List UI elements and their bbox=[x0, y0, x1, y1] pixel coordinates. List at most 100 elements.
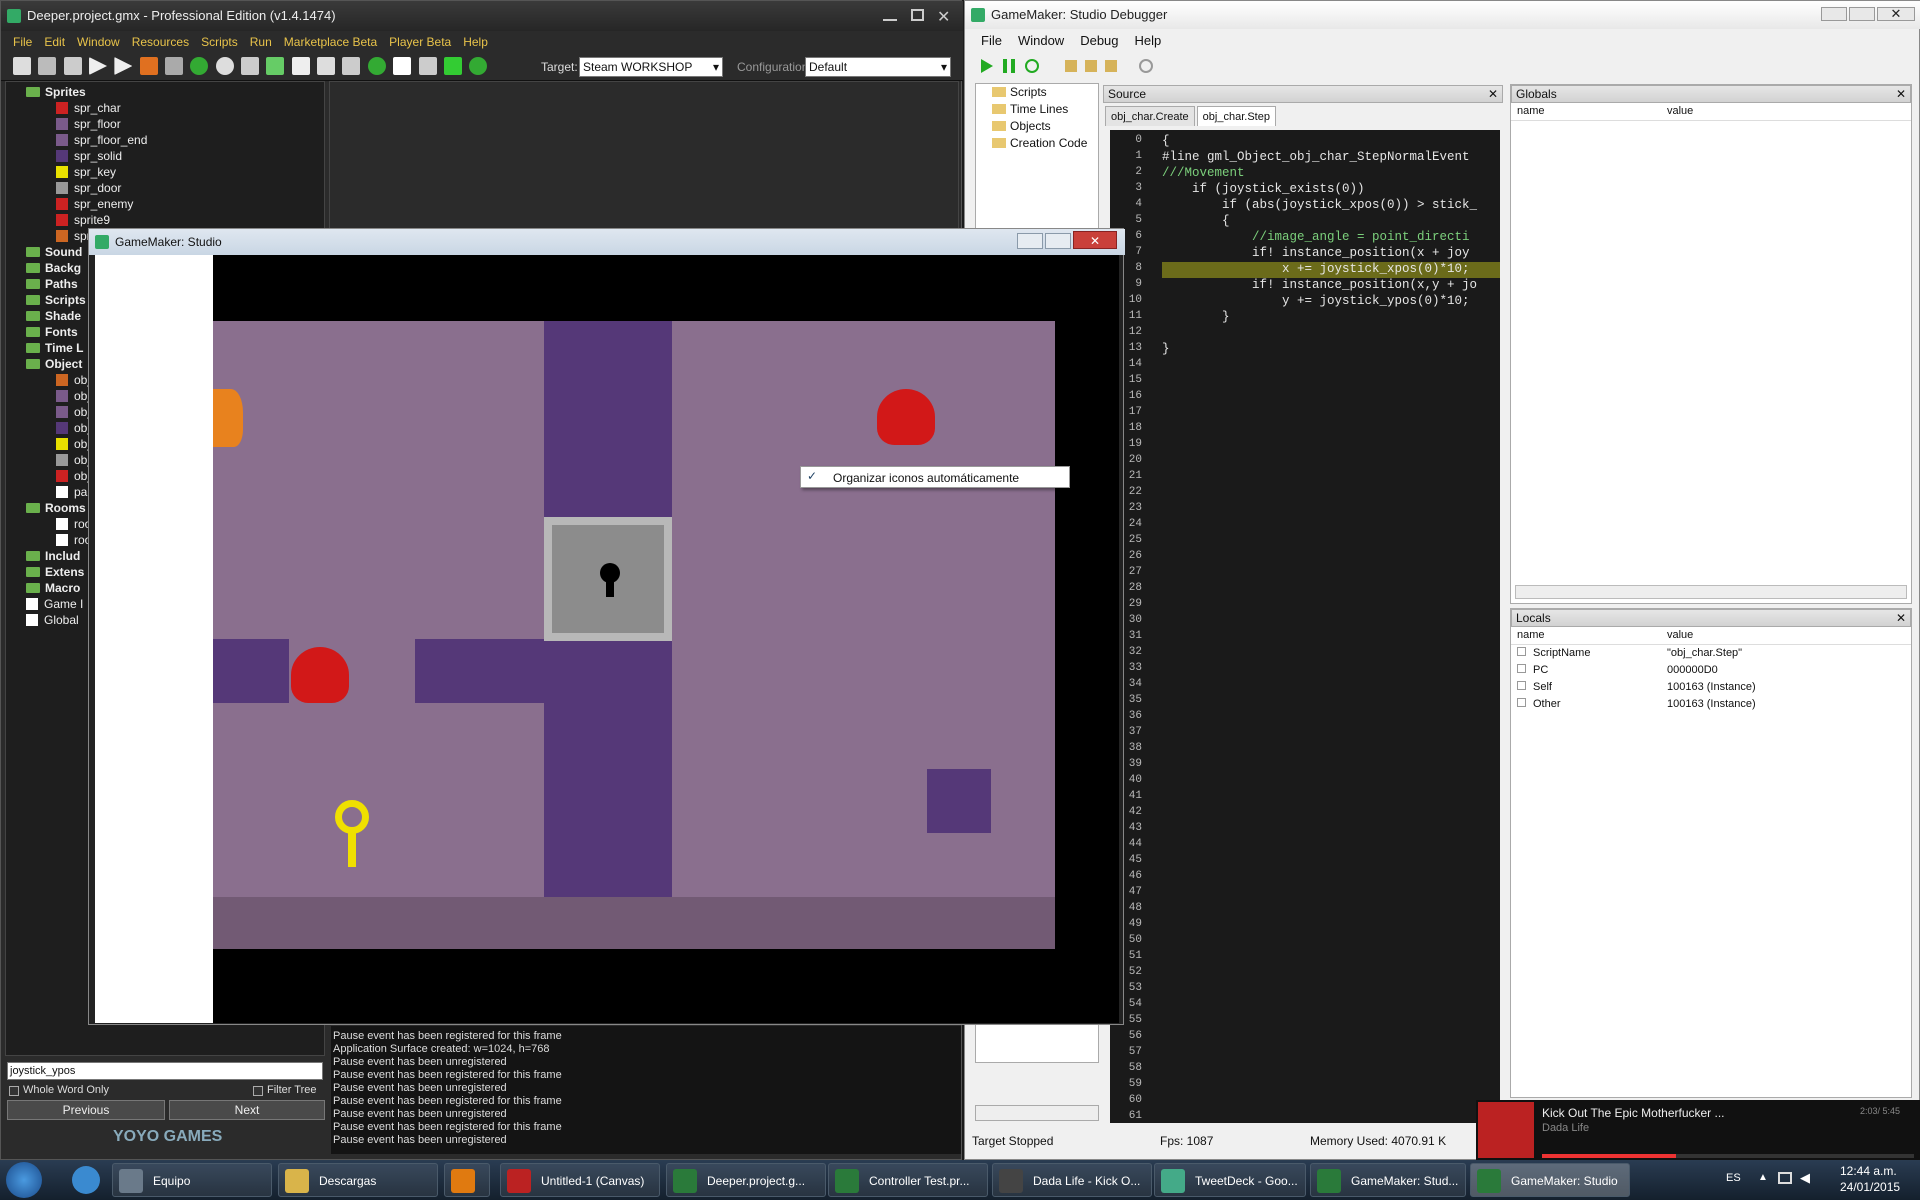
filter-tree-checkbox[interactable] bbox=[253, 1086, 263, 1096]
minimize-button[interactable] bbox=[1821, 7, 1847, 21]
previous-button[interactable]: Previous bbox=[7, 1100, 165, 1120]
menu-item[interactable]: Marketplace Beta bbox=[284, 31, 377, 53]
close-button[interactable]: ✕ bbox=[937, 3, 950, 33]
menu-item[interactable]: Resources bbox=[132, 31, 189, 53]
source-tab[interactable]: obj_char.Step bbox=[1196, 106, 1276, 126]
taskbar-button[interactable]: Equipo bbox=[112, 1163, 272, 1197]
menu-item[interactable]: Window bbox=[1018, 29, 1064, 53]
taskbar-button[interactable]: Dada Life - Kick O... bbox=[992, 1163, 1152, 1197]
taskbar-button[interactable]: Descargas bbox=[278, 1163, 438, 1197]
tree-folder[interactable]: Sprites bbox=[6, 84, 324, 100]
volume-icon[interactable]: ◀ bbox=[1800, 1170, 1810, 1186]
taskbar-button[interactable]: GameMaker: Stud... bbox=[1310, 1163, 1466, 1197]
search-input[interactable]: joystick_ypos bbox=[7, 1062, 323, 1080]
next-button[interactable]: Next bbox=[169, 1100, 325, 1120]
expand-icon[interactable] bbox=[1517, 681, 1526, 690]
close-icon[interactable]: ✕ bbox=[1896, 610, 1906, 626]
network-icon[interactable] bbox=[1778, 1172, 1792, 1184]
expand-icon[interactable] bbox=[1517, 664, 1526, 673]
menu-item[interactable]: Help bbox=[463, 31, 488, 53]
tree-item[interactable]: spr_floor_end bbox=[6, 132, 324, 148]
tree-item[interactable]: spr_floor bbox=[6, 116, 324, 132]
debugger-tree-item[interactable]: Creation Code bbox=[976, 135, 1098, 152]
debugger-tree-item[interactable]: Time Lines bbox=[976, 101, 1098, 118]
close-button[interactable]: ✕ bbox=[1073, 231, 1117, 249]
taskbar-button[interactable] bbox=[444, 1163, 490, 1197]
locals-row[interactable]: PC 000000D0 bbox=[1511, 662, 1911, 679]
close-icon[interactable]: ✕ bbox=[1488, 86, 1498, 102]
debugger-tree-item[interactable]: Objects bbox=[976, 118, 1098, 135]
language-indicator[interactable]: ES bbox=[1726, 1172, 1741, 1184]
debug-icon[interactable] bbox=[114, 57, 133, 75]
add-script-icon[interactable] bbox=[291, 57, 310, 75]
menu-item[interactable]: Player Beta bbox=[389, 31, 451, 53]
clock-date[interactable]: 24/01/2015 bbox=[1840, 1180, 1900, 1194]
realtime-icon[interactable] bbox=[1139, 59, 1153, 73]
add-extension-icon[interactable] bbox=[443, 57, 462, 75]
new-icon[interactable] bbox=[13, 57, 31, 75]
whole-word-checkbox[interactable] bbox=[9, 1086, 19, 1096]
taskbar-button[interactable]: Controller Test.pr... bbox=[828, 1163, 988, 1197]
add-sprite-icon[interactable] bbox=[190, 57, 209, 75]
clean-icon[interactable] bbox=[165, 57, 184, 75]
step-into-icon[interactable] bbox=[1065, 60, 1077, 72]
now-playing-notification[interactable]: Kick Out The Epic Motherfucker ... Dada … bbox=[1476, 1100, 1920, 1160]
taskbar-button[interactable]: Deeper.project.g... bbox=[666, 1163, 826, 1197]
menu-item[interactable]: Scripts bbox=[201, 31, 238, 53]
taskbar-button[interactable]: Untitled-1 (Canvas) bbox=[500, 1163, 660, 1197]
close-button[interactable]: ✕ bbox=[1877, 7, 1915, 21]
context-menu-item[interactable]: Organizar iconos automáticamente bbox=[833, 471, 1019, 485]
tree-item[interactable]: spr_solid bbox=[6, 148, 324, 164]
tree-item[interactable]: spr_key bbox=[6, 164, 324, 180]
start-button[interactable] bbox=[6, 1162, 42, 1198]
ie-icon[interactable] bbox=[72, 1166, 100, 1194]
menu-item[interactable]: Help bbox=[1135, 29, 1162, 53]
maximize-button[interactable] bbox=[1849, 7, 1875, 21]
menu-item[interactable]: File bbox=[13, 31, 32, 53]
settings-icon[interactable] bbox=[418, 57, 437, 75]
locals-row[interactable]: Self 100163 (Instance) bbox=[1511, 679, 1911, 696]
save-icon[interactable] bbox=[63, 57, 82, 75]
help-icon[interactable] bbox=[469, 57, 488, 75]
play-icon[interactable] bbox=[981, 59, 993, 73]
minimize-button[interactable] bbox=[1017, 233, 1043, 249]
config-dropdown[interactable]: Default ▾ bbox=[805, 57, 951, 77]
menu-item[interactable]: File bbox=[981, 29, 1002, 53]
tree-hscroll[interactable] bbox=[975, 1105, 1099, 1121]
menu-item[interactable]: Window bbox=[77, 31, 120, 53]
locals-row[interactable]: ScriptName "obj_char.Step" bbox=[1511, 645, 1911, 662]
tree-item[interactable]: spr_enemy bbox=[6, 196, 324, 212]
close-icon[interactable]: ✕ bbox=[1896, 86, 1906, 102]
menu-item[interactable]: Run bbox=[250, 31, 272, 53]
restart-icon[interactable] bbox=[1025, 59, 1039, 73]
tray-arrow-icon[interactable]: ▲ bbox=[1758, 1172, 1768, 1183]
add-background-icon[interactable] bbox=[241, 57, 260, 75]
add-object-icon[interactable] bbox=[367, 57, 386, 75]
code-editor[interactable]: 0 1 2 3 4 5 6 7 8 9 10 11 12 13 14 15 16 17 18 19 20 21 22 23 24… bbox=[1110, 130, 1500, 1123]
add-room-icon[interactable] bbox=[393, 57, 412, 75]
globals-hscroll[interactable] bbox=[1515, 585, 1907, 599]
source-tab[interactable]: obj_char.Create bbox=[1105, 106, 1195, 126]
tree-item[interactable]: sprite9 bbox=[6, 212, 324, 228]
taskbar-button[interactable]: TweetDeck - Goo... bbox=[1154, 1163, 1306, 1197]
tree-item[interactable]: spr_door bbox=[6, 180, 324, 196]
taskbar-button[interactable]: GameMaker: Studio bbox=[1470, 1163, 1630, 1197]
expand-icon[interactable] bbox=[1517, 698, 1526, 707]
expand-icon[interactable] bbox=[1517, 647, 1526, 656]
maximize-button[interactable] bbox=[911, 9, 924, 21]
maximize-button[interactable] bbox=[1045, 233, 1071, 249]
clock-time[interactable]: 12:44 a.m. bbox=[1840, 1164, 1897, 1178]
tree-item[interactable]: spr_char bbox=[6, 100, 324, 116]
add-timeline-icon[interactable] bbox=[342, 57, 361, 75]
add-path-icon[interactable] bbox=[266, 57, 285, 75]
add-sound-icon[interactable] bbox=[215, 57, 234, 75]
open-icon[interactable] bbox=[38, 57, 57, 75]
locals-row[interactable]: Other 100163 (Instance) bbox=[1511, 696, 1911, 713]
menu-item[interactable]: Edit bbox=[44, 31, 65, 53]
menu-item[interactable]: Debug bbox=[1080, 29, 1118, 53]
step-over-icon[interactable] bbox=[1085, 60, 1097, 72]
game-canvas[interactable] bbox=[95, 255, 1119, 1023]
debugger-tree-item[interactable]: Scripts bbox=[976, 84, 1098, 101]
target-dropdown[interactable]: Steam WORKSHOP ▾ bbox=[579, 57, 723, 77]
minimize-button[interactable] bbox=[883, 9, 897, 21]
